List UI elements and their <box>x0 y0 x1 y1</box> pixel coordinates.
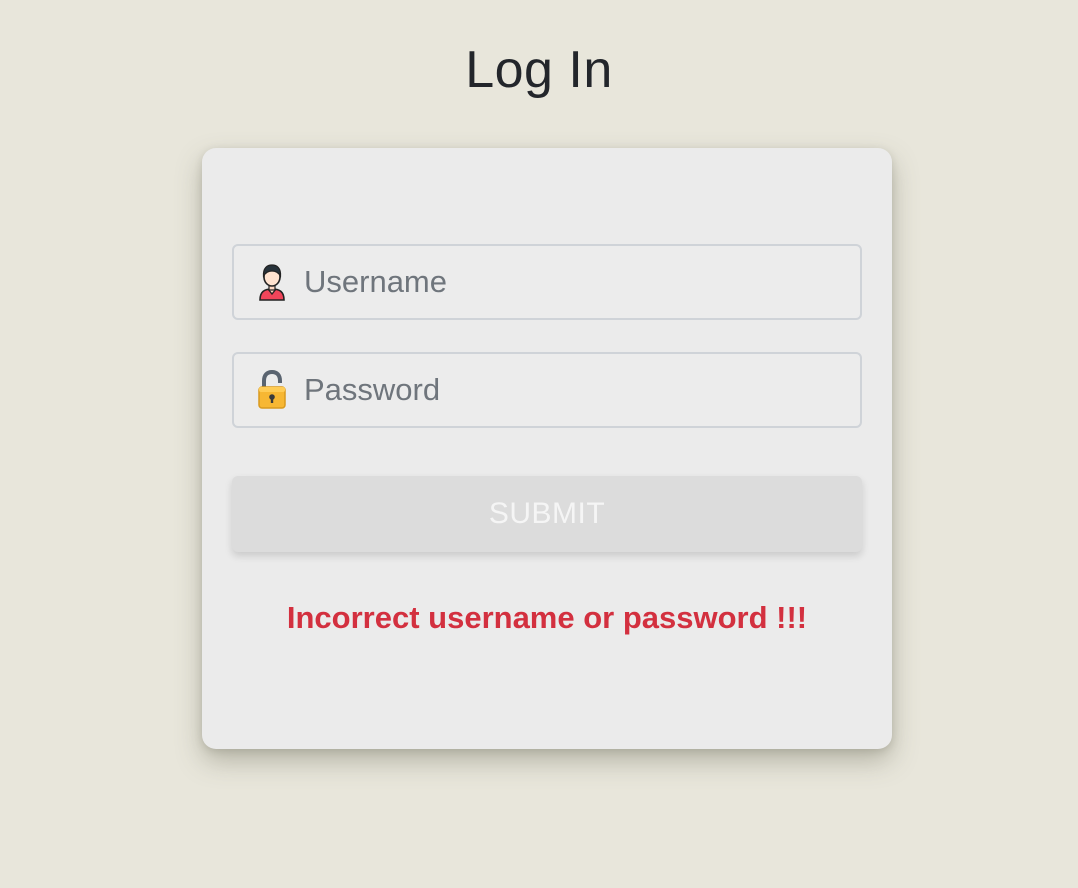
username-input[interactable] <box>304 246 844 318</box>
padlock-icon <box>256 369 288 410</box>
page-title: Log In <box>465 41 613 99</box>
username-field[interactable] <box>232 244 862 320</box>
password-input[interactable] <box>304 354 844 426</box>
login-card: SUBMIT Incorrect username or password !!… <box>202 148 892 749</box>
error-message: Incorrect username or password !!! <box>286 600 808 635</box>
password-field[interactable] <box>232 352 862 428</box>
submit-button[interactable]: SUBMIT <box>232 476 862 552</box>
user-icon <box>256 262 288 302</box>
